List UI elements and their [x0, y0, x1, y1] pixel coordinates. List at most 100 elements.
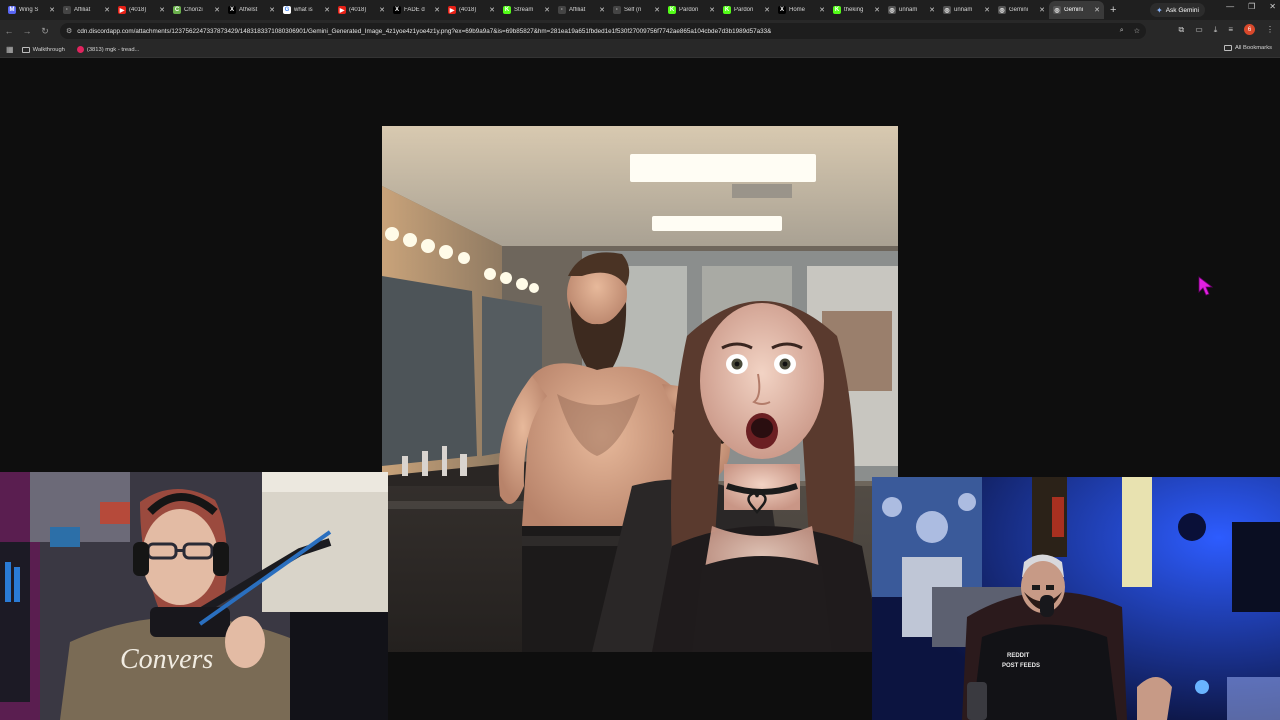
bookmark-mgk[interactable]: (3813) mgk - tread... — [76, 46, 140, 53]
download-icon[interactable]: ⤓ — [1214, 25, 1218, 35]
webcam-right-feed: REDDIT POST FEEDS — [872, 477, 1280, 720]
tab-16[interactable]: ◎ unnam ✕ — [884, 1, 939, 19]
ask-gemini-button[interactable]: ✦ Ask Gemini — [1150, 3, 1205, 17]
tab-label: Pardon — [679, 7, 699, 13]
tab-favicon-icon: ◎ — [1053, 6, 1061, 14]
tab-close-icon[interactable]: ✕ — [434, 6, 440, 14]
tab-close-icon[interactable]: ✕ — [1039, 6, 1045, 14]
tab-12[interactable]: K Pardon ✕ — [664, 1, 719, 19]
tab-close-icon[interactable]: ✕ — [489, 6, 495, 14]
address-bar[interactable]: ⚙ cdn.discordapp.com/attachments/1237562… — [60, 23, 1146, 39]
bookmark-label: Walkthrough — [32, 46, 65, 53]
close-window-icon[interactable]: ✕ — [1269, 2, 1276, 11]
side-panel-icon[interactable]: ▭ — [1195, 25, 1203, 34]
tab-7[interactable]: X FADE d ✕ — [389, 1, 444, 19]
ask-gemini-label: Ask Gemini — [1165, 6, 1199, 14]
tab-close-icon[interactable]: ✕ — [544, 6, 550, 14]
tab-label: theking — [844, 7, 864, 13]
tab-15[interactable]: Ktheking ✕ — [829, 1, 884, 19]
profile-avatar[interactable]: 6 — [1244, 24, 1255, 35]
displayed-image[interactable] — [382, 126, 898, 652]
tab-17[interactable]: ◎ unnam ✕ — [939, 1, 994, 19]
tab-6[interactable]: ▶ (4018) ✕ — [334, 1, 389, 19]
tab-18[interactable]: ◎ Gemini ✕ — [994, 1, 1049, 19]
tab-close-icon[interactable]: ✕ — [159, 6, 165, 14]
tab-favicon-icon: G — [283, 6, 291, 14]
tab-close-icon[interactable]: ✕ — [929, 6, 935, 14]
tab-favicon-icon: · — [63, 6, 71, 14]
tab-favicon-icon: K — [668, 6, 676, 14]
tab-close-icon[interactable]: ✕ — [764, 6, 770, 14]
mouse-cursor-icon — [1198, 276, 1214, 296]
restore-icon[interactable]: ❐ — [1248, 2, 1255, 11]
tab-close-icon[interactable]: ✕ — [819, 6, 825, 14]
tab-favicon-icon: · — [558, 6, 566, 14]
tab-list: M Wing S ✕ · Affiliat ✕ ▶ (4018) ✕ C Chonzi ✕ X Athel… — [0, 0, 1104, 20]
back-icon[interactable]: ← — [0, 26, 18, 36]
forward-icon[interactable]: → — [18, 26, 36, 36]
tab-9[interactable]: K Stream ✕ — [499, 1, 554, 19]
tab-label: Pardon — [734, 7, 754, 13]
new-tab-icon[interactable]: + — [1110, 4, 1116, 16]
tab-3[interactable]: C Chonzi ✕ — [169, 1, 224, 19]
shirt-logo-text: Convers — [120, 644, 213, 675]
tab-favicon-icon: X — [778, 6, 786, 14]
tab-close-icon[interactable]: ✕ — [654, 6, 660, 14]
extensions-icon[interactable]: ⧉ — [1179, 25, 1185, 35]
tab-favicon-icon: ◎ — [888, 6, 896, 14]
bookmark-walkthrough[interactable]: Walkthrough — [21, 46, 65, 53]
bookmark-label: (3813) mgk - tread... — [86, 46, 140, 53]
tab-close-icon[interactable]: ✕ — [49, 6, 55, 14]
tab-1[interactable]: · Affiliat ✕ — [59, 1, 114, 19]
window-controls: — ❐ ✕ — [1226, 2, 1276, 11]
tab-close-icon[interactable]: ✕ — [599, 6, 605, 14]
tab-label: Home — [789, 7, 806, 13]
media-icon[interactable]: ≡ — [1228, 25, 1233, 34]
bookmark-star-icon[interactable]: ☆ — [1134, 27, 1140, 35]
tab-close-icon[interactable]: ✕ — [214, 6, 220, 14]
tab-close-icon[interactable]: ✕ — [709, 6, 715, 14]
tab-10[interactable]: · Affiliat ✕ — [554, 1, 609, 19]
tab-close-icon[interactable]: ✕ — [324, 6, 330, 14]
tab-strip: M Wing S ✕ · Affiliat ✕ ▶ (4018) ✕ C Chonzi ✕ X Athel… — [0, 0, 1280, 20]
menu-icon[interactable]: ⋮ — [1266, 25, 1274, 34]
tab-label: unnam — [899, 7, 918, 13]
reload-icon[interactable]: ↻ — [36, 26, 54, 37]
barbershop-photo — [382, 126, 898, 652]
zoom-icon[interactable]: ⌕ — [1120, 27, 1124, 35]
all-bookmarks-button[interactable]: All Bookmarks — [1223, 45, 1272, 51]
minimize-icon[interactable]: — — [1226, 2, 1234, 11]
tab-favicon-icon: K — [723, 6, 731, 14]
shirt-print-text: POST FEEDS — [1002, 663, 1040, 669]
tab-8[interactable]: ▶ (4018) ✕ — [444, 1, 499, 19]
tab-11[interactable]: · Self (n ✕ — [609, 1, 664, 19]
tab-close-icon[interactable]: ✕ — [379, 6, 385, 14]
tab-4[interactable]: X Athelst ✕ — [224, 1, 279, 19]
tab-label: Self (n — [624, 7, 642, 13]
tab-14[interactable]: X Home ✕ — [774, 1, 829, 19]
tab-label: what is — [294, 7, 313, 13]
tab-favicon-icon: ▶ — [338, 6, 346, 14]
tab-favicon-icon: C — [173, 6, 181, 14]
tab-19[interactable]: ◎ Gemini ✕ — [1049, 1, 1104, 19]
apps-grid-icon[interactable]: ▦ — [6, 45, 14, 54]
tab-close-icon[interactable]: ✕ — [874, 6, 880, 14]
tab-13[interactable]: K Pardon ✕ — [719, 1, 774, 19]
all-bookmarks-label: All Bookmarks — [1234, 45, 1272, 51]
tab-close-icon[interactable]: ✕ — [1094, 6, 1100, 14]
tab-close-icon[interactable]: ✕ — [269, 6, 275, 14]
tab-label: Wing S — [19, 7, 39, 13]
site-info-icon[interactable]: ⚙ — [66, 27, 72, 35]
tab-2[interactable]: ▶ (4018) ✕ — [114, 1, 169, 19]
tab-0[interactable]: M Wing S ✕ — [4, 1, 59, 19]
tab-label: Affiliat — [569, 7, 586, 13]
folder-icon — [21, 46, 30, 53]
tab-5[interactable]: Gwhat is ✕ — [279, 1, 334, 19]
tab-label: Stream — [514, 7, 534, 13]
youtube-icon — [76, 46, 84, 53]
webcam-left: Convers — [0, 472, 388, 720]
webcam-left-feed: Convers — [0, 472, 388, 720]
tab-favicon-icon: ◎ — [943, 6, 951, 14]
tab-close-icon[interactable]: ✕ — [984, 6, 990, 14]
tab-close-icon[interactable]: ✕ — [104, 6, 110, 14]
